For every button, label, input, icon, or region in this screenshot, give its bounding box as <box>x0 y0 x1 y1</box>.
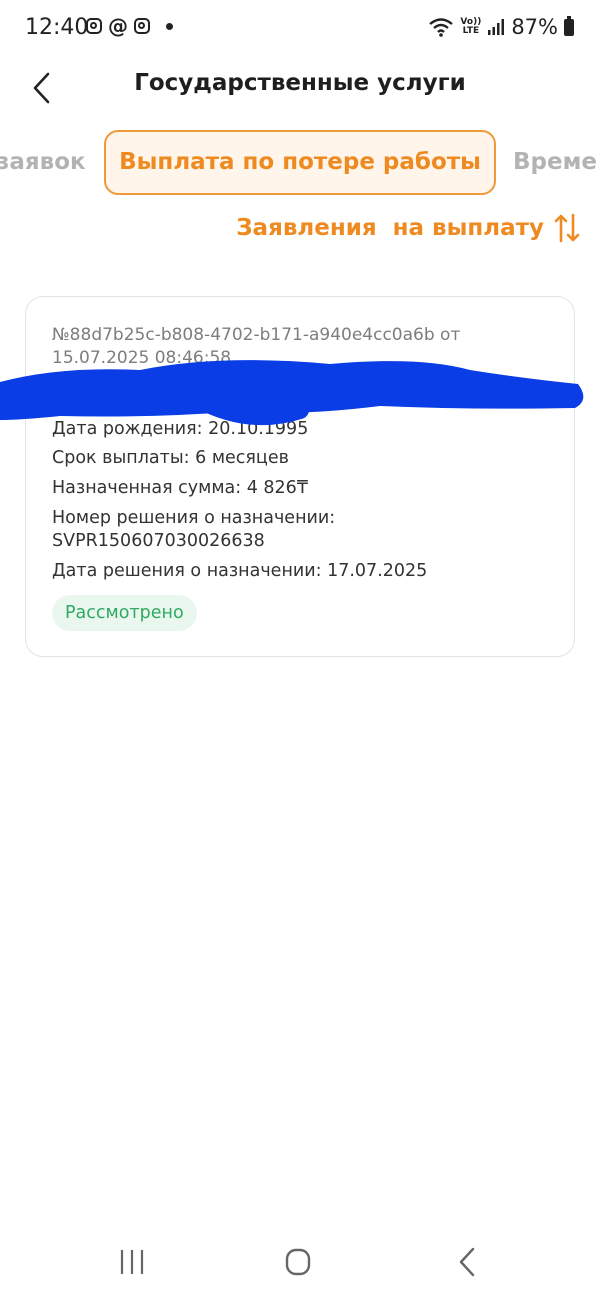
payment-term: Срок выплаты: 6 месяцев <box>52 448 289 468</box>
volte-bottom-label: LTE <box>462 26 480 36</box>
tab-temporary[interactable]: Време <box>513 130 597 194</box>
system-nav-bar <box>0 1230 600 1299</box>
decision-number-label: Номер решения о назначении: <box>52 508 336 528</box>
more-notifications-icon <box>166 22 173 30</box>
battery-icon <box>564 15 574 36</box>
threads-icon: @ <box>108 14 128 38</box>
sort-label: Заявления на выплату <box>236 215 544 241</box>
wifi-icon <box>429 18 454 37</box>
status-time: 12:40 <box>25 15 89 40</box>
back-nav-button[interactable] <box>443 1242 493 1282</box>
application-number: №88d7b25c-b808-4702-b171-a940e4cc0a6b от… <box>52 325 461 368</box>
status-bar: 12:40 @ Vo)) LTE 87% <box>0 0 600 58</box>
tab-applications[interactable]: заявок <box>0 130 86 194</box>
recent-apps-button[interactable] <box>107 1242 157 1282</box>
header: Государственные услуги <box>0 60 600 116</box>
application-card[interactable]: №88d7b25c-b808-4702-b171-a940e4cc0a6b от… <box>25 296 575 657</box>
battery-percent: 87% <box>511 15 558 39</box>
birth-date: Дата рождения: 20.10.1995 <box>52 419 309 439</box>
instagram-icon <box>86 18 102 34</box>
instagram-icon <box>134 18 150 34</box>
sort-button[interactable]: Заявления на выплату <box>236 213 580 243</box>
assigned-amount: Назначенная сумма: 4 826₸ <box>52 478 308 498</box>
home-icon <box>285 1248 311 1276</box>
screen: 12:40 @ Vo)) LTE 87% Государственные усл… <box>0 0 600 1299</box>
decision-date: Дата решения о назначении: 17.07.2025 <box>52 561 428 581</box>
volte-icon: Vo)) LTE <box>460 18 481 36</box>
back-nav-icon <box>459 1247 475 1277</box>
status-badge: Рассмотрено <box>52 595 197 631</box>
sort-arrows-icon <box>554 213 580 243</box>
notification-icons: @ <box>86 14 173 38</box>
page-title: Государственные услуги <box>134 70 466 96</box>
home-button[interactable] <box>273 1242 323 1282</box>
signal-icon <box>488 19 505 35</box>
decision-number: SVPR150607030026638 <box>52 531 265 551</box>
system-icons: Vo)) LTE 87% <box>428 15 574 39</box>
recent-apps-icon <box>120 1250 144 1274</box>
tab-bar: заявок Выплата по потере работы Време <box>0 130 600 196</box>
tab-job-loss-payment[interactable]: Выплата по потере работы <box>104 130 496 195</box>
